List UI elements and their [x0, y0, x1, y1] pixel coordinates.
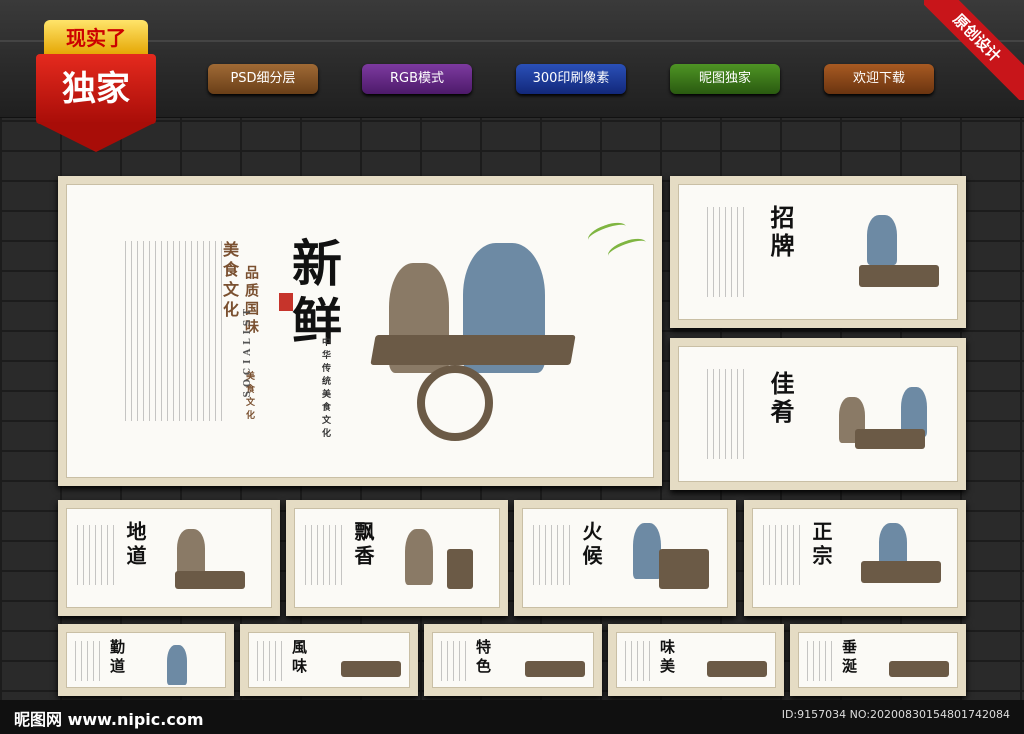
poster-piaoxiang: 飘香	[286, 500, 508, 616]
poster-fengwei: 風味	[240, 624, 418, 696]
exclusive-badge: 现实了 独家	[34, 14, 158, 154]
figure	[867, 215, 897, 265]
figure	[405, 529, 433, 585]
pill-download: 欢迎下载	[824, 64, 934, 94]
table	[341, 661, 401, 677]
body-text-block	[763, 525, 803, 585]
figure	[633, 523, 661, 579]
pill-300: 300印刷像素	[516, 64, 626, 94]
body-text-block	[75, 641, 105, 681]
body-text-block	[441, 641, 471, 681]
figure	[177, 529, 205, 577]
table	[855, 429, 925, 449]
poster-title: 飘香	[351, 521, 375, 569]
cart-bed	[370, 335, 576, 365]
badge-top-text: 现实了	[44, 20, 148, 56]
steamer	[447, 549, 473, 589]
image-id: ID:9157034 NO:20200830154801742084	[781, 708, 1010, 721]
poster-title: 垂涎	[840, 639, 858, 677]
poster-zhengzong: 正宗	[744, 500, 966, 616]
poster-title: 味美	[658, 639, 676, 677]
stove	[659, 549, 709, 589]
body-text-block	[807, 641, 837, 681]
side-caption: 美食文化	[220, 241, 239, 321]
poster-qindao: 勤道	[58, 624, 234, 696]
poster-didao: 地道	[58, 500, 280, 616]
table	[889, 661, 949, 677]
corner-ribbon: 原创设计	[924, 0, 1024, 100]
body-text-block	[533, 525, 573, 585]
body-text-block	[625, 641, 655, 681]
pill-rgb: RGB模式	[362, 64, 472, 94]
tagline: 中华传统美食文化	[320, 337, 330, 441]
table	[175, 571, 245, 589]
poster-title: 正宗	[809, 521, 833, 569]
poster-title: 風味	[290, 639, 308, 677]
poster-title: 招牌	[766, 205, 795, 261]
poster-huohou: 火候	[514, 500, 736, 616]
socialist-text: SOCIALIST	[243, 305, 253, 398]
body-text-block	[305, 525, 345, 585]
body-text-block	[77, 525, 117, 585]
poster-title: 火候	[579, 521, 603, 569]
poster-zhaopai: 招牌	[670, 176, 966, 328]
figure	[167, 645, 187, 685]
poster-title: 勤道	[108, 639, 126, 677]
body-text-block	[707, 207, 747, 297]
poster-title: 地道	[123, 521, 147, 569]
poster-title: 特色	[474, 639, 492, 677]
body-text-block	[257, 641, 287, 681]
poster-chuixian: 垂涎	[790, 624, 966, 696]
cart-wheel	[417, 365, 493, 441]
main-poster: 美食文化 品质国味 美食文化 新鲜 SOCIALIST 中华传统美食文化	[58, 176, 662, 486]
table	[707, 661, 767, 677]
body-text-block	[707, 369, 747, 459]
table	[861, 561, 941, 583]
pill-nipic: 昵图独家	[670, 64, 780, 94]
poster-jiayao: 佳肴	[670, 338, 966, 490]
poster-weimei: 味美	[608, 624, 784, 696]
table	[859, 265, 939, 287]
badge-point	[36, 122, 156, 152]
site-logo[interactable]: 昵图网 www.nipic.com	[14, 706, 204, 730]
body-text-block	[125, 241, 225, 421]
pill-psd: PSD细分层	[208, 64, 318, 94]
badge-main-text: 独家	[36, 54, 156, 124]
poster-tese: 特色	[424, 624, 602, 696]
table	[525, 661, 585, 677]
corner-label: 原创设计	[924, 0, 1024, 100]
red-seal	[279, 293, 293, 311]
poster-title: 佳肴	[766, 371, 795, 427]
